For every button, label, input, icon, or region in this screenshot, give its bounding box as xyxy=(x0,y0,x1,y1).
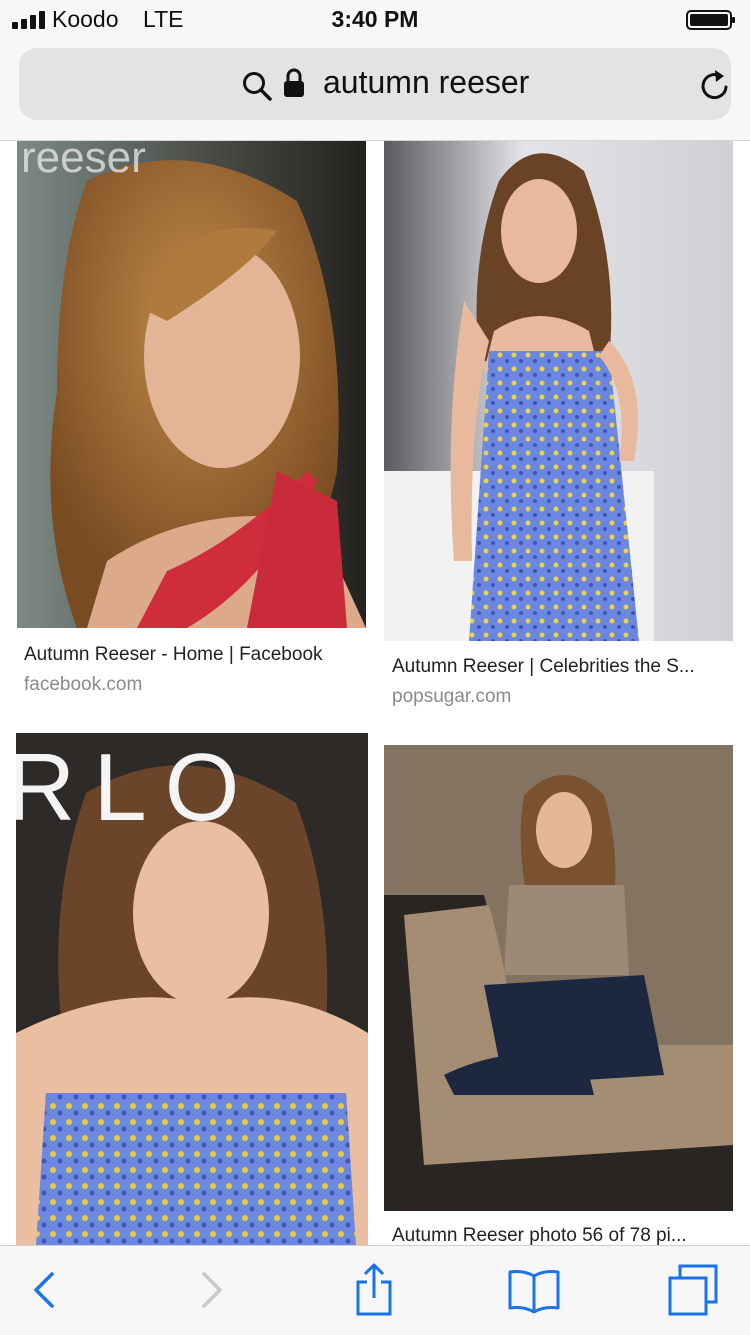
address-text[interactable]: autumn reeser xyxy=(323,64,529,101)
forward-icon xyxy=(202,1272,222,1308)
bookmarks-icon[interactable] xyxy=(506,1262,562,1318)
status-bar: Koodo LTE 3:40 PM xyxy=(0,0,750,40)
clock: 3:40 PM xyxy=(331,6,419,32)
result-image[interactable] xyxy=(384,745,733,1211)
lock-icon xyxy=(284,68,304,97)
browser-toolbar xyxy=(0,1245,750,1335)
result-title[interactable]: Autumn Reeser - Home | Facebook xyxy=(24,644,364,666)
seated-photo xyxy=(384,745,733,1211)
result-card[interactable]: Autumn Reeser | Celebrities the S... pop… xyxy=(375,141,750,731)
image-watermark: RLO xyxy=(16,734,258,841)
result-image[interactable]: RLO xyxy=(16,733,368,1245)
result-card[interactable]: Autumn Reeser photo 56 of 78 pi... xyxy=(375,745,750,1245)
result-image[interactable] xyxy=(384,141,733,641)
result-title[interactable]: Autumn Reeser photo 56 of 78 pi... xyxy=(392,1225,742,1245)
image-results: reeser Autumn Reeser - Home | Facebook f… xyxy=(0,141,750,1245)
result-card[interactable]: RLO xyxy=(0,733,375,1245)
full-length-photo xyxy=(384,141,733,641)
back-icon[interactable] xyxy=(16,1262,72,1318)
search-icon xyxy=(243,72,272,101)
address-bar[interactable]: autumn reeser xyxy=(19,48,731,120)
result-card[interactable]: reeser Autumn Reeser - Home | Facebook f… xyxy=(0,141,375,731)
browser-header: autumn reeser xyxy=(0,40,750,141)
result-source: facebook.com xyxy=(24,674,143,695)
reload-icon[interactable] xyxy=(697,68,733,104)
tabs-icon[interactable] xyxy=(666,1262,722,1318)
portrait-image xyxy=(17,141,366,628)
result-image[interactable]: reeser xyxy=(17,141,366,628)
battery-icon xyxy=(686,10,735,30)
result-source: popsugar.com xyxy=(392,686,512,707)
image-watermark: reeser xyxy=(21,141,146,182)
result-title[interactable]: Autumn Reeser | Celebrities the S... xyxy=(392,656,742,678)
share-icon[interactable] xyxy=(346,1262,402,1318)
